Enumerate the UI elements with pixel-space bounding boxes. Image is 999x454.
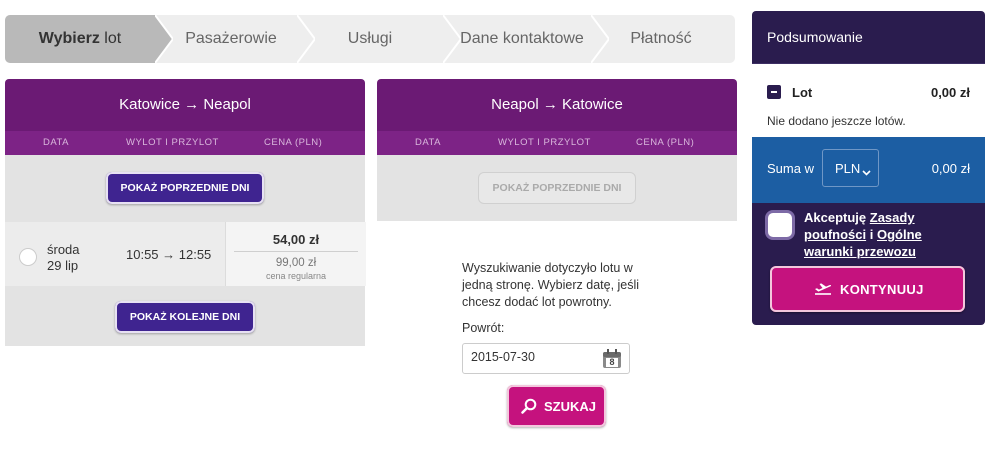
- step-payment[interactable]: Płatność: [601, 15, 721, 63]
- booking-steps: Wybierz lot Pasażerowie Usługi Dane kont…: [5, 15, 735, 63]
- show-next-days-button[interactable]: POKAŻ KOLEJNE DNI: [115, 301, 255, 333]
- summary-flight-label: Lot: [792, 85, 813, 100]
- collapse-icon[interactable]: [767, 85, 781, 99]
- summary-flight-section: Lot 0,00 zł Nie dodano jeszcze lotów.: [752, 64, 985, 137]
- outbound-flight-list: POKAŻ POPRZEDNIE DNI środa 29 lip 10:55 …: [5, 155, 366, 346]
- step-select-flight[interactable]: Wybierz lot: [5, 15, 155, 63]
- flight-select-radio[interactable]: [19, 248, 37, 266]
- continue-button-label: KONTYNUUJ: [840, 282, 924, 297]
- no-flights-text: Nie dodano jeszcze lotów.: [767, 114, 906, 128]
- accept-terms-checkbox[interactable]: [768, 213, 792, 237]
- return-flight-list: POKAŻ POPRZEDNIE DNI: [377, 155, 737, 221]
- return-column-headers: DATA WYLOT I PRZYLOT CENA (PLN): [377, 131, 737, 155]
- outbound-route-header: Katowice → Neapol: [5, 79, 365, 131]
- flight-price-box: 54,00 zł 99,00 zł cena regularna: [225, 222, 366, 286]
- return-route-header: Neapol → Katowice: [377, 79, 737, 131]
- total-value: 0,00 zł: [931, 161, 970, 176]
- flight-regular-price-label: cena regularna: [265, 271, 327, 281]
- summary-flight-value: 0,00 zł: [930, 85, 970, 100]
- flight-times: 10:55 → 12:55: [126, 247, 212, 262]
- column-date: DATA: [43, 137, 69, 148]
- step-services[interactable]: Usługi: [305, 15, 435, 63]
- show-previous-days-button-disabled: POKAŻ POPRZEDNIE DNI: [478, 172, 636, 204]
- flight-price: 54,00 zł: [272, 232, 320, 247]
- column-date: DATA: [415, 137, 441, 148]
- column-departure-arrival: WYLOT I PRZYLOT: [498, 137, 591, 148]
- currency-value: PLN: [835, 161, 861, 176]
- calendar-icon[interactable]: 8: [602, 349, 622, 369]
- column-departure-arrival: WYLOT I PRZYLOT: [126, 137, 219, 148]
- summary-total-section: Suma w PLN 0,00 zł: [752, 137, 985, 203]
- step-select-flight-bold: Wybierz: [38, 30, 100, 47]
- column-price: CENA (PLN): [636, 137, 695, 148]
- return-flight-panel: Neapol → Katowice DATA WYLOT I PRZYLOT C…: [377, 79, 737, 221]
- currency-select[interactable]: PLN: [822, 149, 879, 187]
- airplane-takeoff-icon: [814, 280, 832, 301]
- step-passengers[interactable]: Pasażerowie: [165, 15, 297, 63]
- return-date-field[interactable]: 8: [462, 343, 630, 374]
- summary-panel: Podsumowanie Lot 0,00 zł Nie dodano jesz…: [752, 11, 985, 325]
- search-icon: [521, 398, 537, 419]
- terms-accept-text: Akceptuję: [804, 210, 867, 225]
- flight-date: środa 29 lip: [47, 242, 80, 274]
- step-select-flight-rest: lot: [99, 30, 122, 47]
- show-previous-days-button[interactable]: POKAŻ POPRZEDNIE DNI: [106, 172, 264, 204]
- search-button-label: SZUKAJ: [544, 399, 597, 414]
- calendar-day: 8: [609, 357, 615, 367]
- summary-title: Podsumowanie: [767, 29, 863, 45]
- outbound-flight-panel: Katowice → Neapol DATA WYLOT I PRZYLOT C…: [5, 79, 366, 346]
- flight-weekday: środa: [47, 242, 80, 257]
- flight-day: 29 lip: [47, 258, 79, 273]
- search-button[interactable]: SZUKAJ: [507, 385, 606, 427]
- return-date-input[interactable]: [471, 350, 591, 364]
- step-contact-details[interactable]: Dane kontaktowe: [451, 15, 593, 63]
- flight-regular-price: 99,00 zł: [275, 257, 317, 269]
- column-price: CENA (PLN): [264, 137, 323, 148]
- continue-button[interactable]: KONTYNUUJ: [770, 266, 965, 312]
- flight-row[interactable]: środa 29 lip 10:55 → 12:55 54,00 zł 99,0…: [5, 222, 366, 286]
- one-way-info-text: Wyszukiwanie dotyczyło lotu w jedną stro…: [462, 261, 640, 309]
- price-divider: [234, 251, 358, 252]
- outbound-column-headers: DATA WYLOT I PRZYLOT CENA (PLN): [5, 131, 365, 155]
- total-label: Suma w: [767, 161, 814, 176]
- terms-text: Akceptuję Zasady poufności i Ogólne waru…: [804, 209, 974, 260]
- terms-and-text: i: [869, 227, 874, 242]
- chevron-down-icon: [862, 164, 871, 182]
- return-date-label: Powrót:: [462, 321, 505, 335]
